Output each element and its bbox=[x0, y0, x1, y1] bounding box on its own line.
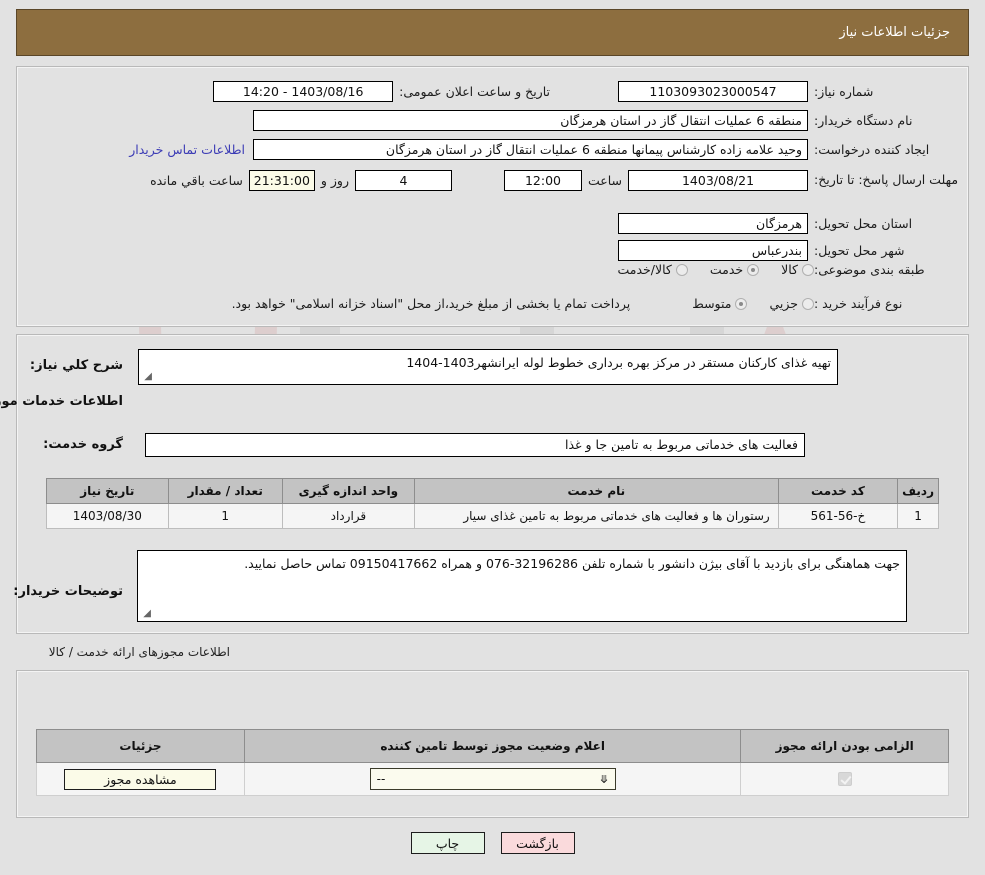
cell-date: 1403/08/30 bbox=[46, 503, 169, 529]
category-option-khedmat[interactable]: خدمت bbox=[709, 262, 760, 278]
footer-actions: بازگشت چاپ bbox=[0, 832, 985, 854]
need-number-value: 1103093023000547 bbox=[618, 81, 808, 102]
days-label: روز و bbox=[320, 173, 349, 188]
process-label: نوع فرآیند خرید : bbox=[814, 296, 903, 311]
cell-name: رستوران ها و فعالیت های خدماتی مربوط به … bbox=[413, 503, 779, 529]
buyer-org-row: نام دستگاه خریدار: منطقه 6 عملیات انتقال… bbox=[253, 110, 964, 131]
buyer-org-value: منطقه 6 عملیات انتقال گاز در استان هرمزگ… bbox=[253, 110, 808, 131]
radio-kala-khedmat[interactable] bbox=[675, 263, 688, 276]
col-unit: واحد اندازه گیری bbox=[281, 478, 415, 504]
requester-label: ایجاد کننده درخواست: bbox=[814, 141, 930, 157]
remaining-label: ساعت باقي مانده bbox=[150, 173, 243, 188]
province-label: استان محل تحویل: bbox=[814, 215, 913, 231]
buyer-notes-value: جهت هماهنگی برای بازدید با آقای بیژن دان… bbox=[244, 556, 900, 571]
process-option-motevaset[interactable]: متوسط bbox=[692, 296, 748, 312]
radio-jozi-label: جزیي bbox=[769, 296, 798, 312]
process-note: پرداخت تمام یا بخشی از مبلغ خرید،از محل … bbox=[231, 296, 631, 312]
permits-table: الزامی بودن ارائه مجوز اعلام وضعیت مجوز … bbox=[36, 729, 949, 796]
chevron-down-icon: ⤋ bbox=[599, 772, 609, 786]
permit-status-select[interactable]: ⤋ -- bbox=[369, 768, 616, 790]
buyer-notes-label: توضیحات خریدار: bbox=[13, 584, 123, 599]
radio-khedmat-label: خدمت bbox=[709, 262, 744, 278]
col-permit-required: الزامی بودن ارائه مجوز bbox=[740, 729, 949, 763]
process-row: نوع فرآیند خرید : جزیي متوسط پرداخت تمام… bbox=[226, 296, 964, 312]
hour-label: ساعت bbox=[587, 173, 622, 188]
need-info-panel bbox=[16, 66, 969, 327]
back-button[interactable]: بازگشت bbox=[500, 832, 575, 854]
table-row: 1 خ-56-561 رستوران ها و فعالیت های خدمات… bbox=[46, 503, 939, 529]
remaining-time: 21:31:00 bbox=[248, 170, 315, 191]
page-root: AriaTender.net جزئیات اطلاعات نیاز شماره… bbox=[0, 0, 985, 875]
requester-value: وحید علامه زاده کارشناس پیمانها منطقه 6 … bbox=[253, 139, 808, 160]
permits-section-title: اطلاعات مجوزهای ارائه خدمت / کالا bbox=[48, 645, 230, 659]
announce-value: 1403/08/16 - 14:20 bbox=[213, 81, 394, 102]
need-number-label: شماره نیاز: bbox=[814, 83, 874, 99]
radio-kala[interactable] bbox=[802, 263, 814, 276]
deadline-row: مهلت ارسال پاسخ: تا تاریخ: 1403/08/21 سا… bbox=[144, 170, 964, 191]
radio-khedmat[interactable] bbox=[747, 263, 760, 276]
buyer-org-label: نام دستگاه خریدار: bbox=[814, 112, 913, 128]
services-table-header-row: ردیف کد خدمت نام خدمت واحد اندازه گیری ت… bbox=[46, 478, 939, 504]
col-code: کد خدمت bbox=[777, 478, 899, 504]
services-section-title: اطلاعات خدمات مورد نیاز bbox=[0, 394, 123, 409]
radio-kala-khedmat-label: کالا/خدمت bbox=[617, 262, 672, 278]
cell-qty: 1 bbox=[167, 503, 283, 529]
services-table: ردیف کد خدمت نام خدمت واحد اندازه گیری ت… bbox=[46, 478, 939, 529]
table-row: ⤋ -- مشاهده مجوز bbox=[36, 762, 949, 796]
cell-permit-details: مشاهده مجوز bbox=[36, 762, 245, 796]
province-row: استان محل تحویل: هرمزگان bbox=[618, 213, 964, 234]
description-textarea[interactable]: تهیه غذای کارکنان مستقر در مرکز بهره برد… bbox=[138, 349, 838, 385]
permits-table-header-row: الزامی بودن ارائه مجوز اعلام وضعیت مجوز … bbox=[36, 729, 949, 763]
city-row: شهر محل تحویل: بندرعباس bbox=[618, 240, 964, 261]
province-value: هرمزگان bbox=[618, 213, 808, 234]
cell-permit-required bbox=[740, 762, 949, 796]
col-name: نام خدمت bbox=[413, 478, 779, 504]
page-title: جزئیات اطلاعات نیاز bbox=[839, 25, 950, 40]
description-label: شرح کلي نیاز: bbox=[29, 358, 123, 373]
category-row: طبقه بندی موضوعی: کالا خدمت کالا/خدمت bbox=[595, 262, 964, 278]
deadline-date: 1403/08/21 bbox=[628, 170, 808, 191]
page-header: جزئیات اطلاعات نیاز bbox=[16, 9, 969, 56]
permit-status-value: -- bbox=[376, 772, 386, 786]
deadline-time: 12:00 bbox=[503, 170, 582, 191]
remaining-days: 4 bbox=[354, 170, 452, 191]
cell-permit-status: ⤋ -- bbox=[243, 762, 742, 796]
buyer-notes-textarea[interactable]: جهت هماهنگی برای بازدید با آقای بیژن دان… bbox=[137, 550, 907, 622]
description-value: تهیه غذای کارکنان مستقر در مرکز بهره برد… bbox=[406, 355, 831, 370]
col-radif: ردیف bbox=[897, 478, 939, 504]
cell-code: خ-56-561 bbox=[777, 503, 899, 529]
radio-kala-label: کالا bbox=[781, 262, 798, 278]
category-option-kala[interactable]: کالا bbox=[781, 262, 814, 277]
buyer-contact-link[interactable]: اطلاعات تماس خریدار bbox=[129, 142, 245, 157]
radio-motevaset[interactable] bbox=[735, 297, 748, 310]
requester-row: ایجاد کننده درخواست: وحید علامه زاده کار… bbox=[129, 139, 964, 160]
cell-unit: قرارداد bbox=[281, 503, 415, 529]
col-permit-details: جزئیات bbox=[36, 729, 245, 763]
resize-grip-icon[interactable]: ◢ bbox=[141, 609, 151, 619]
col-qty: تعداد / مقدار bbox=[167, 478, 283, 504]
permit-required-checkbox bbox=[837, 772, 852, 787]
category-option-kala-khedmat[interactable]: کالا/خدمت bbox=[617, 262, 688, 278]
resize-grip-icon[interactable]: ◢ bbox=[142, 372, 152, 382]
category-label: طبقه بندی موضوعی: bbox=[814, 262, 925, 277]
col-permit-status: اعلام وضعیت مجوز توسط تامین کننده bbox=[243, 729, 742, 763]
col-date: تاریخ نیاز bbox=[46, 478, 169, 504]
radio-jozi[interactable] bbox=[802, 297, 814, 310]
cell-radif: 1 bbox=[897, 503, 939, 529]
view-permit-button[interactable]: مشاهده مجوز bbox=[64, 768, 217, 790]
city-label: شهر محل تحویل: bbox=[814, 242, 905, 258]
announce-label: تاریخ و ساعت اعلان عمومی: bbox=[399, 84, 550, 99]
service-group-field[interactable]: فعالیت های خدماتی مربوط به تامین جا و غذ… bbox=[145, 433, 805, 457]
print-button[interactable]: چاپ bbox=[410, 832, 485, 854]
service-group-label: گروه خدمت: bbox=[43, 437, 123, 452]
city-value: بندرعباس bbox=[618, 240, 808, 261]
service-group-value: فعالیت های خدماتی مربوط به تامین جا و غذ… bbox=[564, 437, 798, 452]
radio-motevaset-label: متوسط bbox=[692, 296, 732, 312]
process-option-jozi[interactable]: جزیي bbox=[769, 296, 814, 311]
need-number-row: شماره نیاز: 1103093023000547 تاریخ و ساع… bbox=[213, 81, 964, 102]
deadline-label: مهلت ارسال پاسخ: تا تاریخ: bbox=[814, 172, 959, 188]
